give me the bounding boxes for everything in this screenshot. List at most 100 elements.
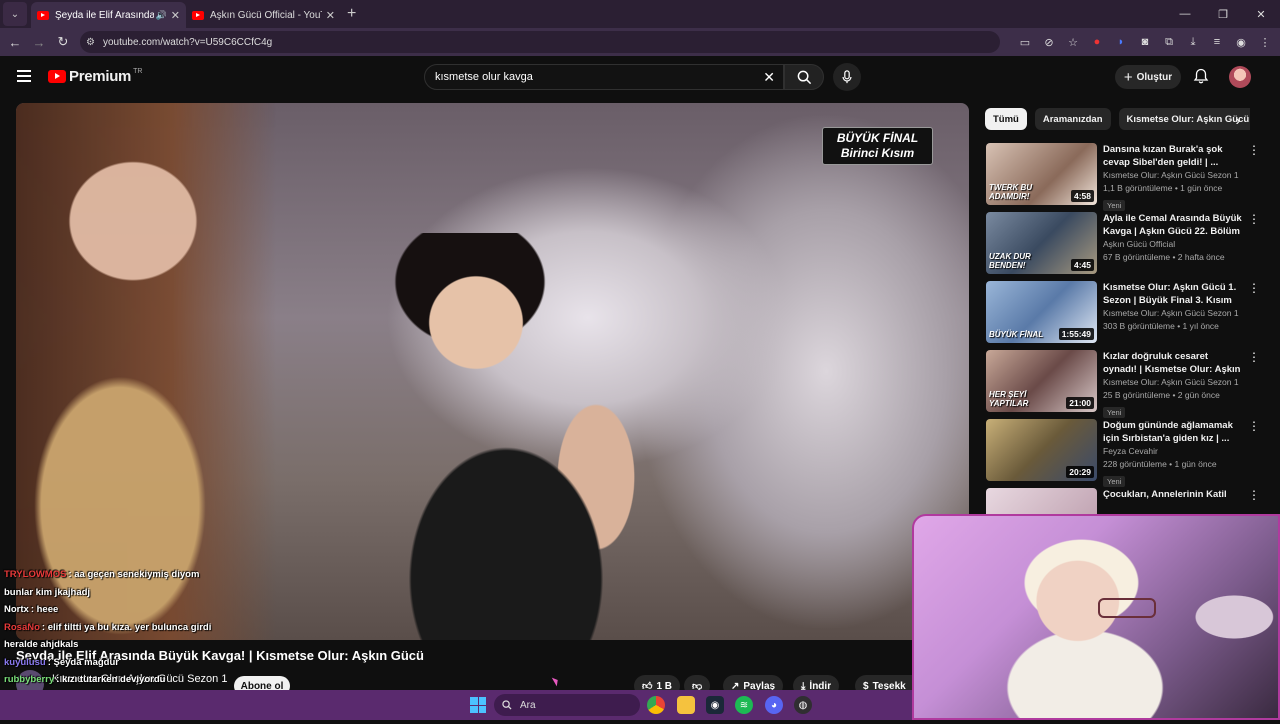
back-icon[interactable]: ← [3, 35, 27, 50]
restore-icon[interactable]: ❐ [1204, 0, 1242, 28]
video-duration: 21:00 [1066, 397, 1094, 409]
steam-taskbar-icon[interactable]: ◉ [706, 696, 724, 714]
youtube-header: Premium TR kısmetse olur kavga ✕ + Oluşt… [0, 56, 1280, 100]
tab-inactive[interactable]: Aşkın Gücü Official - YouTube ✕ [186, 2, 341, 28]
close-window-icon[interactable]: ✕ [1242, 0, 1280, 28]
forward-icon[interactable]: → [27, 35, 51, 50]
speaker-icon[interactable]: 🔊 [156, 10, 167, 21]
notifications-bell-icon[interactable] [1193, 68, 1209, 84]
video-meta: 303 B görüntüleme • 1 yıl önce [1103, 321, 1219, 331]
cast-icon[interactable]: ▭ [1016, 33, 1034, 51]
minimize-icon[interactable]: — [1166, 0, 1204, 28]
thumbnail-caption: HER ŞEYİ YAPTILAR [989, 390, 1029, 408]
video-thumbnail[interactable]: TWERK BU ADAMDIR! 4:58 [986, 143, 1097, 205]
video-meta: 25 B görüntüleme • 2 gün önce [1103, 390, 1220, 400]
address-bar[interactable]: ⚙ youtube.com/watch?v=U59C6CCfC4g [80, 31, 1000, 53]
video-info: Kısmetse Olur: Aşkın Gücü 1. Sezon | Büy… [1103, 281, 1243, 333]
menu-kebab-icon[interactable]: ⋮ [1256, 33, 1274, 51]
video-overlay-badge: BÜYÜK FİNAL Birinci Kısım [822, 127, 933, 165]
youtube-premium-logo[interactable]: Premium TR [48, 68, 142, 85]
thumbnail-caption: TWERK BU ADAMDIR! [989, 183, 1033, 201]
clear-search-icon[interactable]: ✕ [763, 69, 775, 86]
obs-taskbar-icon[interactable]: ◍ [794, 696, 812, 714]
download-icon[interactable]: ⤓ [1184, 33, 1202, 51]
video-meta: 67 B görüntüleme • 2 hafta önce [1103, 252, 1225, 262]
tab-active[interactable]: Şeyda ile Elif Arasında Büyük Kavga! | K… [31, 2, 186, 28]
more-options-icon[interactable]: ⋮ [1248, 281, 1260, 295]
taskbar-search-placeholder: Ara [520, 699, 536, 711]
chat-username: TRYLOWMOS [4, 569, 67, 580]
new-badge: Yeni [1103, 200, 1126, 211]
create-button[interactable]: + Oluştur [1115, 65, 1181, 89]
extensions-puzzle-icon[interactable]: ⧉ [1160, 33, 1178, 51]
hamburger-menu-icon[interactable] [17, 70, 31, 82]
create-label: Oluştur [1136, 71, 1173, 83]
video-info: Ayla ile Cemal Arasında Büyük Kavga | Aş… [1103, 212, 1243, 264]
reload-icon[interactable]: ↻ [51, 34, 75, 50]
video-meta: 1,1 B görüntüleme • 1 gün önce [1103, 183, 1223, 193]
chat-message: bunlar kim jkajhadj [0, 584, 430, 602]
filter-chip[interactable]: Aramanızdan [1034, 108, 1111, 130]
streamer-webcam-overlay [912, 514, 1280, 720]
more-options-icon[interactable]: ⋮ [1248, 488, 1260, 502]
extension-red-icon[interactable]: ● [1088, 33, 1106, 51]
search-input[interactable]: kısmetse olur kavga ✕ [424, 64, 784, 90]
tab-title: Şeyda ile Elif Arasında Büyük Kavga! | K… [55, 9, 154, 21]
related-filter-chips: Tümü Aramanızdan Kısmetse Olur: Aşkın Gücü [985, 108, 1250, 130]
more-options-icon[interactable]: ⋮ [1248, 419, 1260, 433]
video-player[interactable] [16, 103, 969, 640]
file-explorer-taskbar-icon[interactable] [677, 696, 695, 714]
video-thumbnail[interactable]: UZAK DUR BENDEN! 4:45 [986, 212, 1097, 274]
video-thumbnail[interactable]: BÜYÜK FİNAL 1:55:49 [986, 281, 1097, 343]
chat-message: Nortx: heee [0, 601, 430, 619]
profile-icon[interactable]: ◉ [1232, 33, 1250, 51]
spotify-taskbar-icon[interactable]: ≋ [735, 696, 753, 714]
site-info-icon[interactable]: ⚙ [86, 37, 95, 48]
taskbar-search[interactable]: Ara [494, 694, 640, 716]
chat-username: Nortx [4, 604, 29, 615]
related-video-item[interactable]: UZAK DUR BENDEN! 4:45 Ayla ile Cemal Arası… [986, 212, 1260, 281]
tab-search-button[interactable]: ⌄ [3, 2, 27, 26]
mouse-cursor [551, 675, 561, 687]
chrome-taskbar-icon[interactable] [647, 696, 665, 714]
related-video-item[interactable]: HER ŞEYİ YAPTILAR 21:00 Kızlar doğruluk ce… [986, 350, 1260, 419]
search-icon [797, 70, 811, 84]
media-control-icon[interactable]: ≡ [1208, 33, 1226, 51]
logo-text: Premium [69, 68, 132, 85]
browser-toolbar: ← → ↻ ⚙ youtube.com/watch?v=U59C6CCfC4g … [0, 28, 1280, 56]
extension-blue-icon[interactable]: ◗ [1112, 33, 1130, 51]
chat-username: kuyulusu [4, 656, 46, 668]
related-videos-list: TWERK BU ADAMDIR! 4:58 Dansına kızan Burak… [986, 143, 1260, 557]
related-video-item[interactable]: BÜYÜK FİNAL 1:55:49 Kısmetse Olur: Aşkın G… [986, 281, 1260, 350]
bookmark-star-icon[interactable]: ☆ [1064, 33, 1082, 51]
more-options-icon[interactable]: ⋮ [1248, 143, 1260, 157]
search-button[interactable] [784, 64, 824, 90]
video-frame-person-left [16, 103, 276, 640]
more-options-icon[interactable]: ⋮ [1248, 350, 1260, 364]
eye-off-icon[interactable]: ⊘ [1040, 33, 1058, 51]
discord-taskbar-icon[interactable]: ◕ [765, 696, 783, 714]
chat-message: RosaNo: elif tiltti ya bu kıza. yer bulu… [0, 619, 430, 637]
video-thumbnail[interactable]: 20:29 [986, 419, 1097, 481]
voice-search-button[interactable] [833, 63, 861, 91]
youtube-favicon-icon [192, 10, 204, 20]
windows-start-icon[interactable] [470, 697, 486, 713]
chat-message: heralde ahjdkals [0, 636, 430, 654]
video-thumbnail[interactable]: HER ŞEYİ YAPTILAR 21:00 [986, 350, 1097, 412]
tab-title: Aşkın Gücü Official - YouTube [210, 9, 322, 21]
chat-text: heralde ahjdkals [4, 639, 79, 650]
close-tab-icon[interactable]: ✕ [326, 9, 335, 22]
filter-chip[interactable]: Tümü [985, 108, 1027, 130]
related-video-item[interactable]: TWERK BU ADAMDIR! 4:58 Dansına kızan Burak… [986, 143, 1260, 212]
account-avatar[interactable] [1229, 66, 1251, 88]
new-tab-button[interactable]: + [347, 5, 356, 23]
chevron-right-icon[interactable]: › [1228, 110, 1248, 130]
extension-dark-icon[interactable]: ◙ [1136, 33, 1154, 51]
thumbnail-caption: BÜYÜK FİNAL [989, 330, 1044, 339]
chat-text: : elif tiltti ya bu kıza. yer bulunca gi… [41, 621, 212, 633]
video-channel: Aşkın Gücü Official [1103, 239, 1176, 249]
close-tab-icon[interactable]: ✕ [171, 9, 180, 22]
more-options-icon[interactable]: ⋮ [1248, 212, 1260, 226]
video-title-text: Çocukları, Annelerinin Katil [1103, 489, 1227, 500]
related-video-item[interactable]: 20:29 Doğum gününde ağlamamak için Sırbis… [986, 419, 1260, 488]
